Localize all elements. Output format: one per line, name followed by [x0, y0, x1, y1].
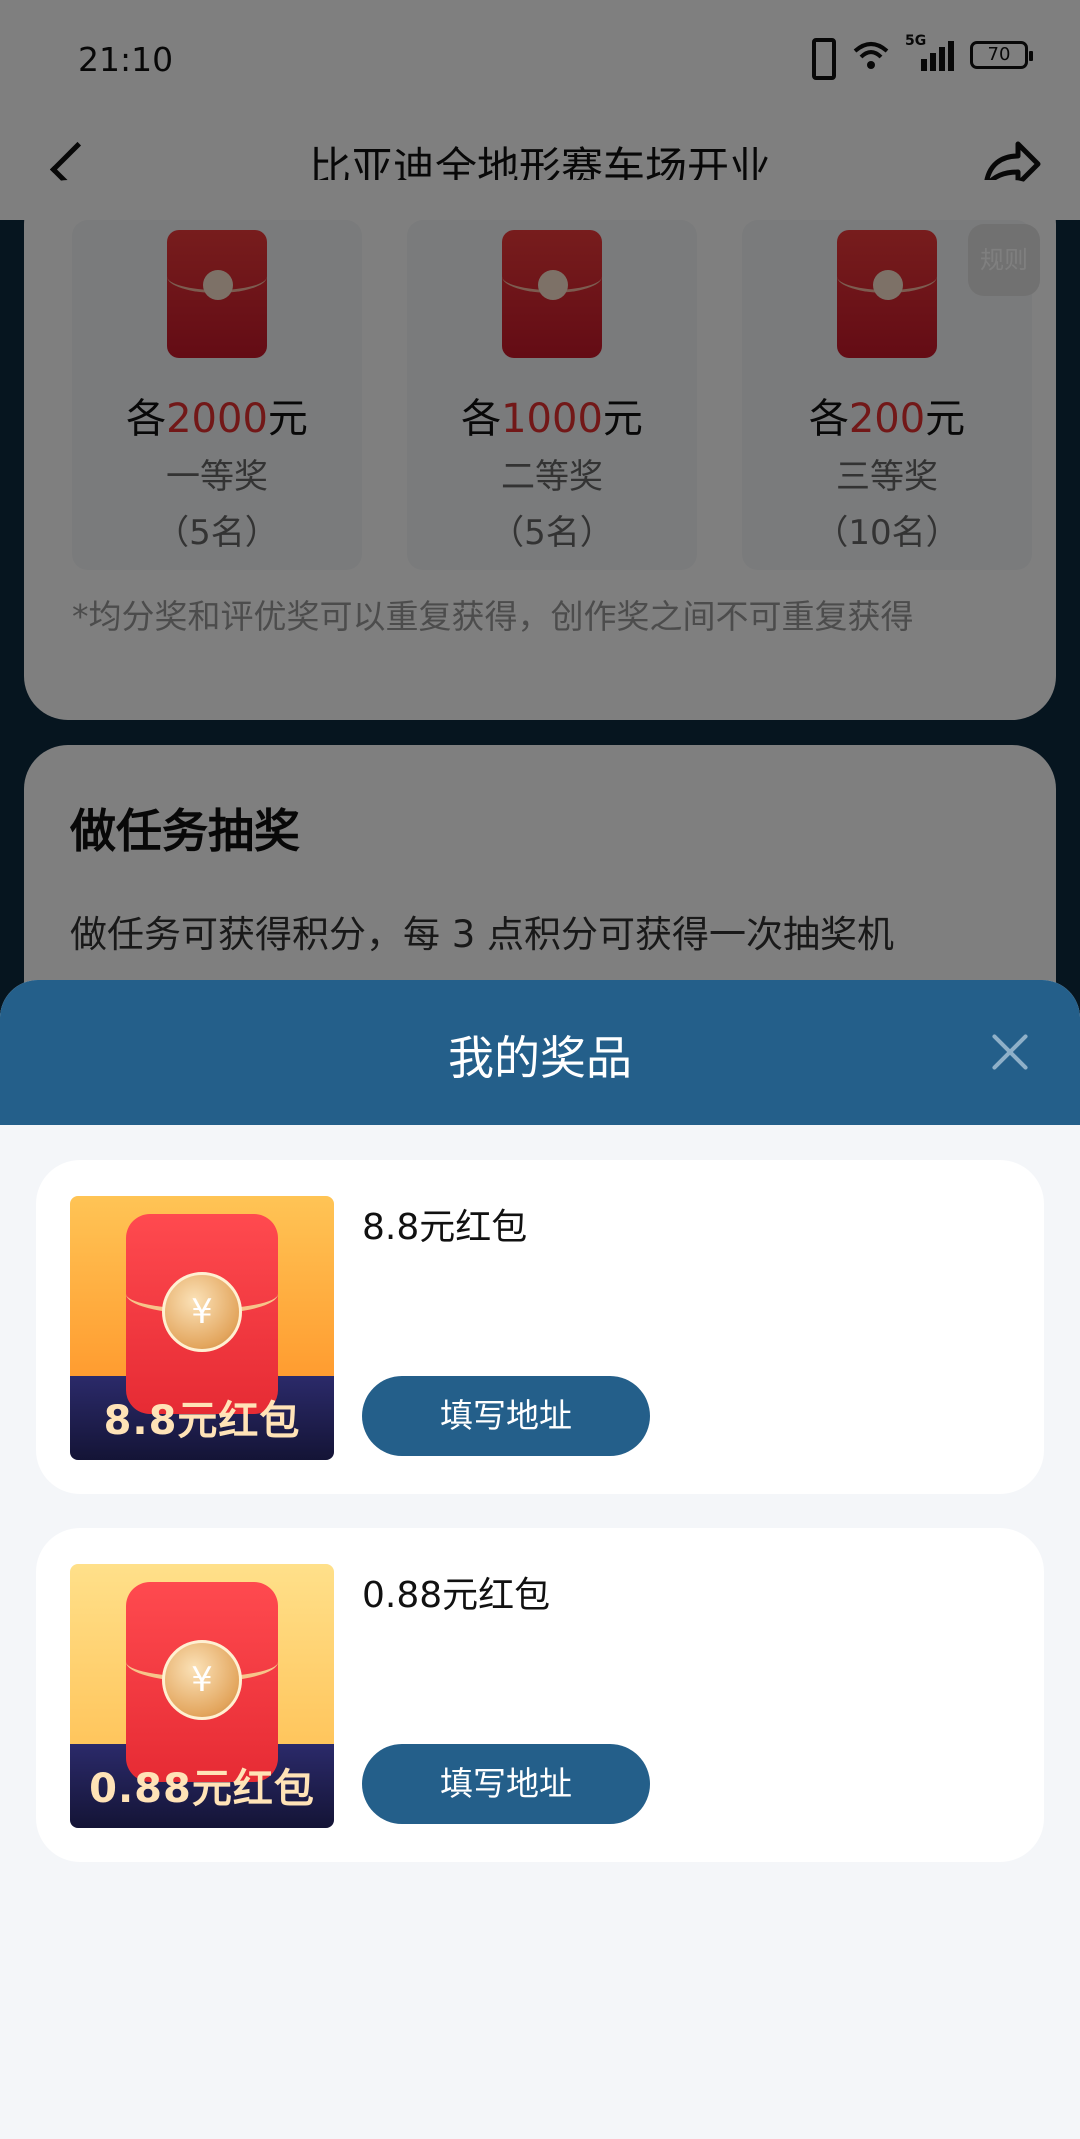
- sheet-header: 我的奖品: [0, 980, 1080, 1125]
- prize-list-item: ¥ 0.88元红包 0.88元红包 填写地址: [36, 1528, 1044, 1862]
- fill-address-button[interactable]: 填写地址: [362, 1376, 650, 1456]
- close-icon[interactable]: [986, 1028, 1034, 1076]
- my-prizes-sheet: 我的奖品 ¥ 8.8元红包 8.8元红包 填写地址 ¥ 0.88元红包 0.88…: [0, 980, 1080, 2139]
- prize-image-label: 8.8元红包: [103, 1398, 301, 1444]
- sheet-title: 我的奖品: [448, 1031, 632, 1085]
- yuan-coin-icon: ¥: [162, 1272, 242, 1352]
- prize-name: 0.88元红包: [362, 1575, 551, 1616]
- prize-list-item: ¥ 8.8元红包 8.8元红包 填写地址: [36, 1160, 1044, 1494]
- yuan-coin-icon: ¥: [162, 1640, 242, 1720]
- fill-address-button[interactable]: 填写地址: [362, 1744, 650, 1824]
- prize-name: 8.8元红包: [362, 1207, 528, 1248]
- prize-image-label: 0.88元红包: [89, 1766, 315, 1812]
- prize-image: ¥ 8.8元红包: [70, 1196, 334, 1460]
- prize-image: ¥ 0.88元红包: [70, 1564, 334, 1828]
